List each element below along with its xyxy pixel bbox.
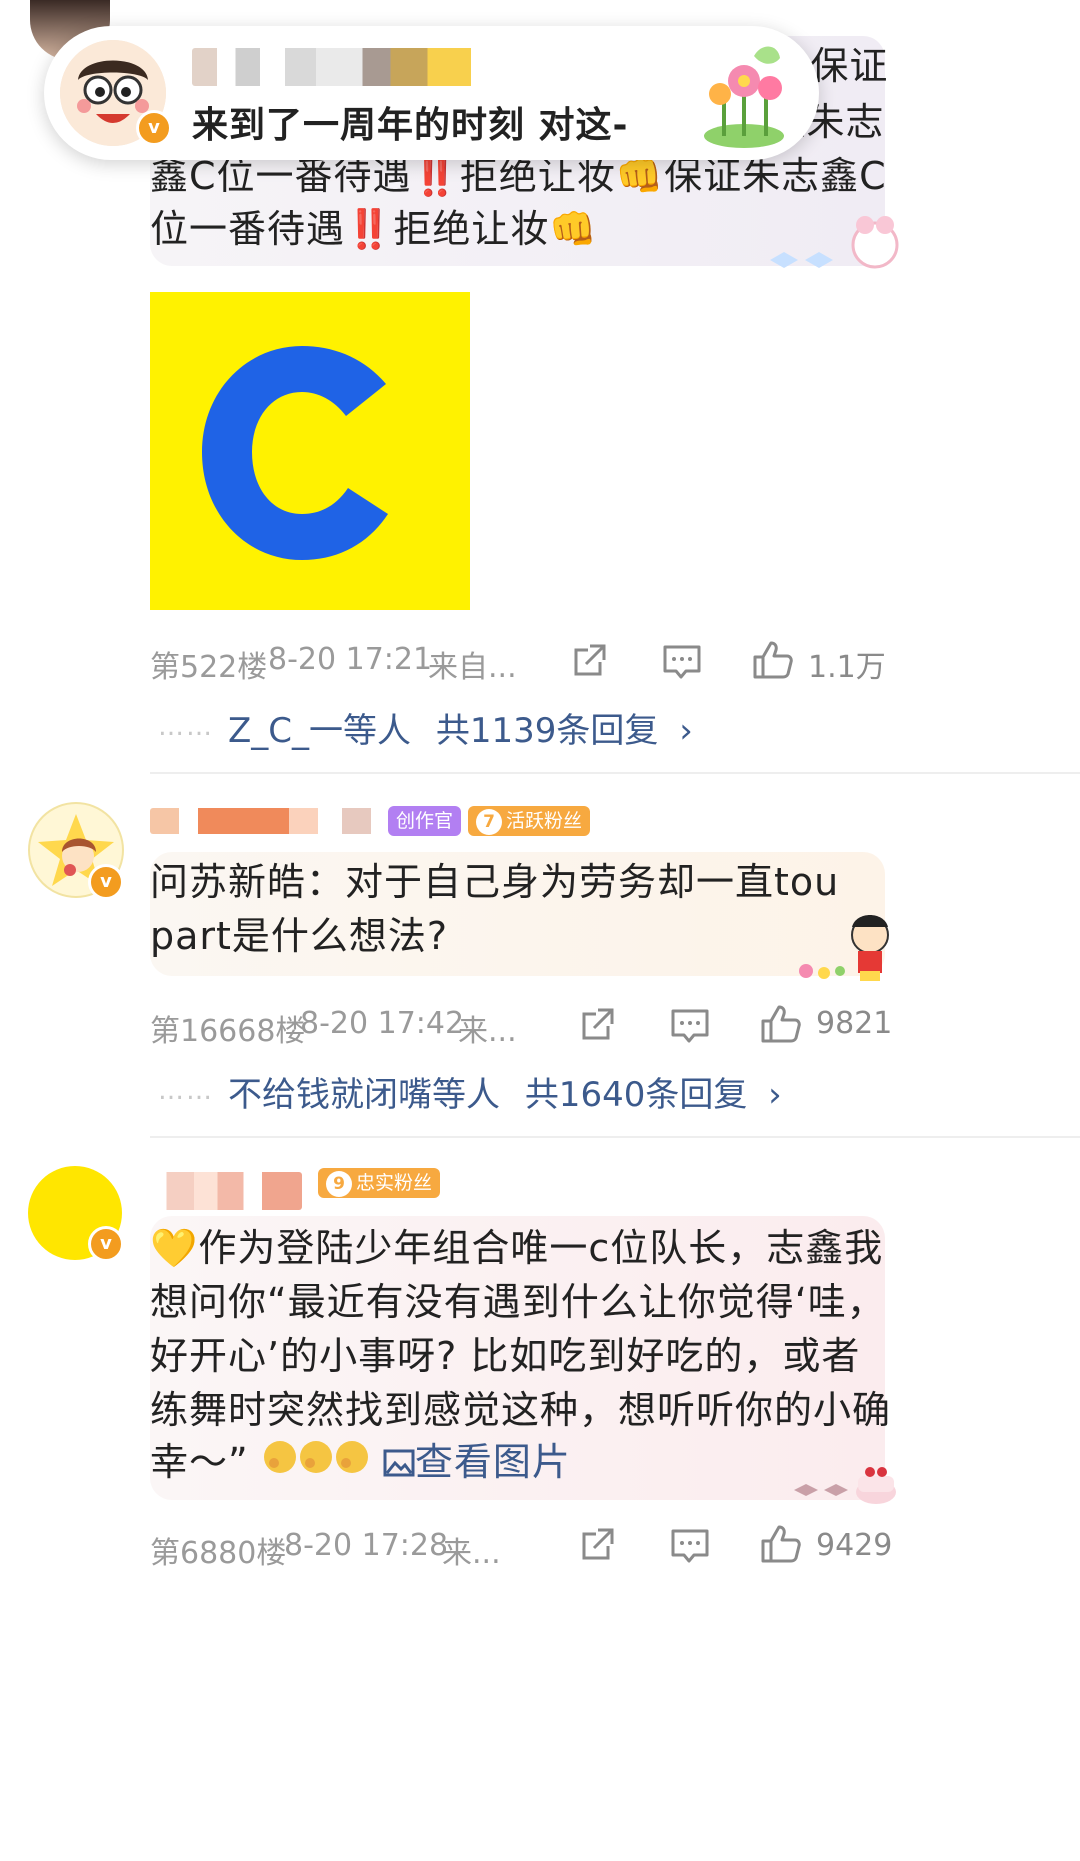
comment-icon[interactable] bbox=[670, 1528, 710, 1564]
letter-c-graphic bbox=[202, 346, 388, 560]
comment-datetime: 8-20 17:42 bbox=[300, 1006, 465, 1041]
verified-badge-icon: v bbox=[88, 864, 124, 900]
floor-number: 第6880楼 bbox=[150, 1536, 287, 1571]
comment-text-line: 好开心’的小事呀? 比如吃到好吃的，或者 bbox=[150, 1334, 861, 1378]
reply-user: Z_C_一等人 bbox=[228, 711, 412, 751]
reply-preview-link[interactable]: Z_C_一等人 共1139条回复 › bbox=[228, 703, 693, 752]
comment-text-line: 位一番待遇‼️拒绝让妆👊 bbox=[150, 207, 598, 251]
verified-badge-icon: v bbox=[88, 1226, 124, 1262]
share-icon[interactable] bbox=[578, 1526, 616, 1564]
comment-text-line: 幸～” bbox=[150, 1440, 249, 1484]
image-icon bbox=[383, 1449, 415, 1477]
chevron-right-icon: › bbox=[679, 711, 693, 751]
comment-icon[interactable] bbox=[662, 644, 702, 680]
comment-text-line: part是什么想法? bbox=[150, 914, 449, 958]
fan-level-tag[interactable]: 7 活跃粉丝 bbox=[468, 806, 591, 836]
reply-user: 不给钱就闭嘴等人 bbox=[228, 1075, 500, 1115]
chevron-right-icon: › bbox=[768, 1075, 782, 1115]
share-icon[interactable] bbox=[578, 1006, 616, 1044]
like-icon[interactable] bbox=[760, 1004, 802, 1044]
comment-divider bbox=[150, 1136, 1080, 1138]
fan-label: 忠实粉丝 bbox=[356, 1172, 433, 1194]
view-image-label: 查看图片 bbox=[414, 1440, 571, 1484]
like-icon[interactable] bbox=[752, 640, 794, 680]
reply-preview-link[interactable]: 不给钱就闭嘴等人 共1640条回复 › bbox=[228, 1067, 782, 1116]
floor-number: 第16668楼 bbox=[150, 1014, 306, 1049]
reply-count: 共1640条回复 bbox=[524, 1075, 748, 1115]
comment-source[interactable]: 来... bbox=[458, 1006, 517, 1050]
comment-divider bbox=[150, 772, 1080, 774]
view-image-link[interactable]: 查看图片 bbox=[383, 1440, 571, 1484]
popup-title: 来到了一周年的时刻 对这- bbox=[192, 105, 629, 146]
flower-sticker-icon bbox=[704, 46, 784, 148]
comment-source[interactable]: 来自... bbox=[428, 642, 517, 686]
comment-icon[interactable] bbox=[670, 1008, 710, 1044]
comment-datetime: 8-20 17:28 bbox=[284, 1528, 449, 1563]
replies-dots: …… bbox=[158, 712, 214, 742]
fan-level-number: 7 bbox=[476, 809, 502, 835]
creator-tag[interactable]: 创作官 bbox=[388, 806, 462, 836]
fan-label: 活跃粉丝 bbox=[506, 810, 583, 832]
comment-text-line: 想问你“最近有没有遇到什么让你觉得‘哇， bbox=[150, 1280, 886, 1324]
like-icon[interactable] bbox=[760, 1524, 802, 1564]
replies-dots: …… bbox=[158, 1076, 214, 1106]
reply-count: 共1139条回复 bbox=[435, 711, 659, 751]
share-icon[interactable] bbox=[570, 642, 608, 680]
comment-text-line: 问苏新皓：对于自己身为劳务却一直tou bbox=[150, 860, 840, 904]
comment-image[interactable]: C bbox=[150, 292, 470, 610]
comment-datetime: 8-20 17:21 bbox=[268, 642, 433, 677]
hug-emoji-icon bbox=[262, 1434, 370, 1495]
username-blurred bbox=[150, 808, 390, 834]
like-count: 9429 bbox=[816, 1528, 893, 1563]
floor-number: 第522楼 bbox=[150, 650, 268, 685]
verified-badge-icon: v bbox=[136, 110, 172, 146]
username-blurred bbox=[148, 1172, 302, 1210]
cake-sticker-icon bbox=[794, 1467, 896, 1504]
fan-level-number: 9 bbox=[326, 1171, 352, 1197]
comment-last-line: 幸～” 查看图片 bbox=[150, 1432, 571, 1495]
like-count: 1.1万 bbox=[808, 650, 886, 685]
bow-decoration-icon bbox=[770, 216, 899, 269]
comment-text-line: 💛作为登陆少年组合唯一c位队长，志鑫我 bbox=[150, 1226, 884, 1270]
notification-popup[interactable]: v 来到了一周年的时刻 对这- bbox=[44, 26, 819, 160]
comment-source[interactable]: 来... bbox=[442, 1528, 501, 1572]
like-count: 9821 bbox=[816, 1006, 893, 1041]
crayon-boy-sticker-icon bbox=[799, 915, 889, 981]
fan-level-tag[interactable]: 9 忠实粉丝 bbox=[318, 1168, 441, 1198]
username-blurred bbox=[192, 48, 502, 86]
